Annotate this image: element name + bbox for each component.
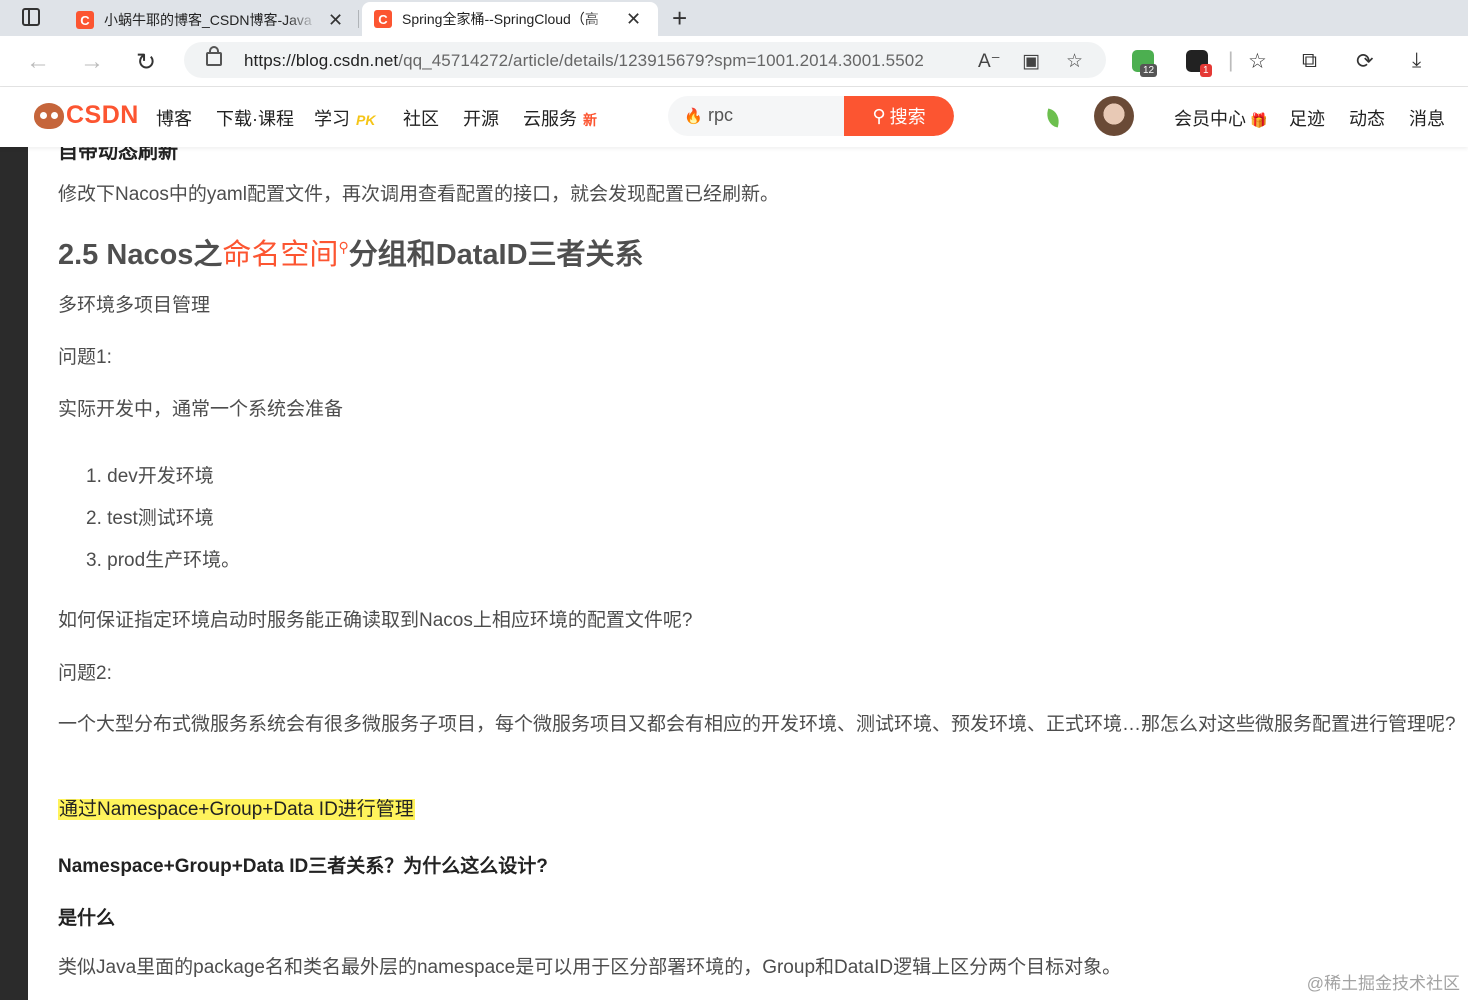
new-tag: 新	[583, 112, 597, 128]
tab-blog-home[interactable]: C 小蜗牛耶的博客_CSDN博客-Java ✕	[64, 4, 356, 36]
close-icon[interactable]: ✕	[626, 9, 641, 30]
highlighted-text: 通过Namespace+Group+Data ID进行管理	[58, 799, 415, 820]
csdn-mascot-icon	[34, 102, 64, 129]
nav-learn[interactable]: 学习 PK	[314, 105, 375, 131]
tab-actions-icon[interactable]	[22, 8, 40, 26]
keyword-link[interactable]: 命名空间	[222, 239, 338, 271]
history-icon[interactable]: ⟳	[1356, 49, 1374, 74]
page-left-background	[0, 147, 28, 1000]
article-content: 自带动态刷新 修改下Nacos中的yaml配置文件，再次调用查看配置的接口，就会…	[28, 147, 1468, 1000]
tab-title: 小蜗牛耶的博客_CSDN博客-Java	[104, 12, 312, 28]
nav-download-course[interactable]: 下载·课程	[216, 105, 294, 131]
avatar[interactable]	[1094, 96, 1134, 136]
new-tab-button[interactable]: +	[672, 3, 687, 34]
extension-badge: 1	[1200, 64, 1212, 77]
bold-question: Namespace+Group+Data ID三者关系？为什么这么设计?	[58, 856, 548, 877]
leaf-icon[interactable]	[1044, 108, 1062, 128]
list-item: 3. prod生产环境。	[86, 550, 241, 571]
favorites-icon[interactable]: ☆	[1248, 49, 1267, 74]
nav-footprint[interactable]: 足迹	[1289, 105, 1325, 131]
question-1-text: 实际开发中，通常一个系统会准备	[58, 399, 344, 420]
tab-springcloud-article[interactable]: C Spring全家桶--SpringCloud（高 ✕	[362, 2, 658, 36]
tab-title: Spring全家桶--SpringCloud（高	[402, 11, 599, 27]
lock-icon	[206, 46, 222, 66]
csdn-favicon-icon: C	[374, 10, 392, 28]
download-icon[interactable]: ⤓	[1412, 49, 1421, 73]
list-item: 1. dev开发环境	[86, 466, 214, 487]
search-box: 🔥 rpc ⚲ 搜索	[668, 96, 954, 136]
nav-activity[interactable]: 动态	[1349, 105, 1385, 131]
nav-member-center[interactable]: 会员中心 🎁	[1174, 105, 1267, 131]
back-arrow-icon[interactable]: ←	[26, 48, 50, 76]
what-heading: 是什么	[58, 908, 116, 929]
paragraph-explanation: 类似Java里面的package名和类名最外层的namespace是可以用于区分…	[58, 957, 1122, 978]
browser-toolbar: ← → ↻ https://blog.csdn.net/qq_45714272/…	[0, 36, 1468, 87]
read-aloud-icon[interactable]: A⁻	[978, 50, 1001, 73]
close-icon[interactable]: ✕	[328, 10, 343, 31]
question-1-question: 如何保证指定环境启动时服务能正确读取到Nacos上相应环境的配置文件呢?	[58, 610, 693, 631]
address-bar[interactable]: https://blog.csdn.net/qq_45714272/articl…	[184, 42, 1106, 78]
section-heading-partial: 自带动态刷新	[58, 147, 178, 163]
question-1-label: 问题1:	[58, 347, 112, 368]
search-icon: ⚲	[872, 105, 886, 126]
gift-icon: 🎁	[1250, 112, 1268, 128]
question-2-label: 问题2:	[58, 663, 112, 684]
reload-icon[interactable]: ↻	[136, 48, 156, 77]
csdn-header: CSDN 博客 下载·课程 学习 PK 社区 开源 云服务新 🔥 rpc ⚲ 搜索…	[0, 87, 1468, 147]
forward-arrow-icon[interactable]: →	[80, 48, 104, 76]
list-item: 2. test测试环境	[86, 508, 214, 529]
tab-divider	[358, 10, 359, 28]
nav-community[interactable]: 社区	[403, 105, 439, 131]
nav-opensource[interactable]: 开源	[463, 105, 499, 131]
tab-strip: C 小蜗牛耶的博客_CSDN博客-Java ✕ C Spring全家桶--Spr…	[0, 0, 1468, 36]
url-text: https://blog.csdn.net/qq_45714272/articl…	[244, 51, 924, 70]
paragraph-multi-env: 多环境多项目管理	[58, 295, 211, 316]
toolbar-divider: |	[1228, 49, 1234, 72]
extension-badge: 12	[1140, 64, 1158, 77]
nav-blog[interactable]: 博客	[156, 105, 192, 131]
csdn-logo[interactable]: CSDN	[34, 101, 139, 130]
question-2-text: 一个大型分布式微服务系统会有很多微服务子项目，每个微服务项目又都会有相应的开发环…	[58, 714, 1456, 735]
section-heading: 2.5 Nacos之命名空间⚲分组和DataID三者关系	[58, 239, 644, 271]
paragraph-refresh: 修改下Nacos中的yaml配置文件，再次调用查看配置的接口，就会发现配置已经刷…	[58, 184, 779, 205]
csdn-favicon-icon: C	[76, 11, 94, 29]
pk-tag: PK	[356, 112, 376, 128]
search-input[interactable]: rpc	[708, 105, 733, 126]
search-keyword-icon[interactable]: ⚲	[338, 239, 348, 255]
search-button-label: 搜索	[889, 107, 926, 127]
watermark: @稀土掘金技术社区	[1306, 974, 1460, 993]
nav-cloud[interactable]: 云服务新	[523, 105, 597, 131]
add-favorite-icon[interactable]: ☆	[1066, 50, 1083, 73]
hot-fire-icon: 🔥	[684, 108, 703, 125]
collections-icon[interactable]: ⧉	[1302, 49, 1317, 73]
search-button[interactable]: ⚲ 搜索	[844, 96, 954, 136]
highlight-paragraph: 通过Namespace+Group+Data ID进行管理	[58, 793, 415, 826]
nav-messages[interactable]: 消息	[1409, 105, 1445, 131]
csdn-logo-text: CSDN	[66, 101, 139, 129]
immersive-reader-icon[interactable]: ▣	[1022, 50, 1040, 73]
